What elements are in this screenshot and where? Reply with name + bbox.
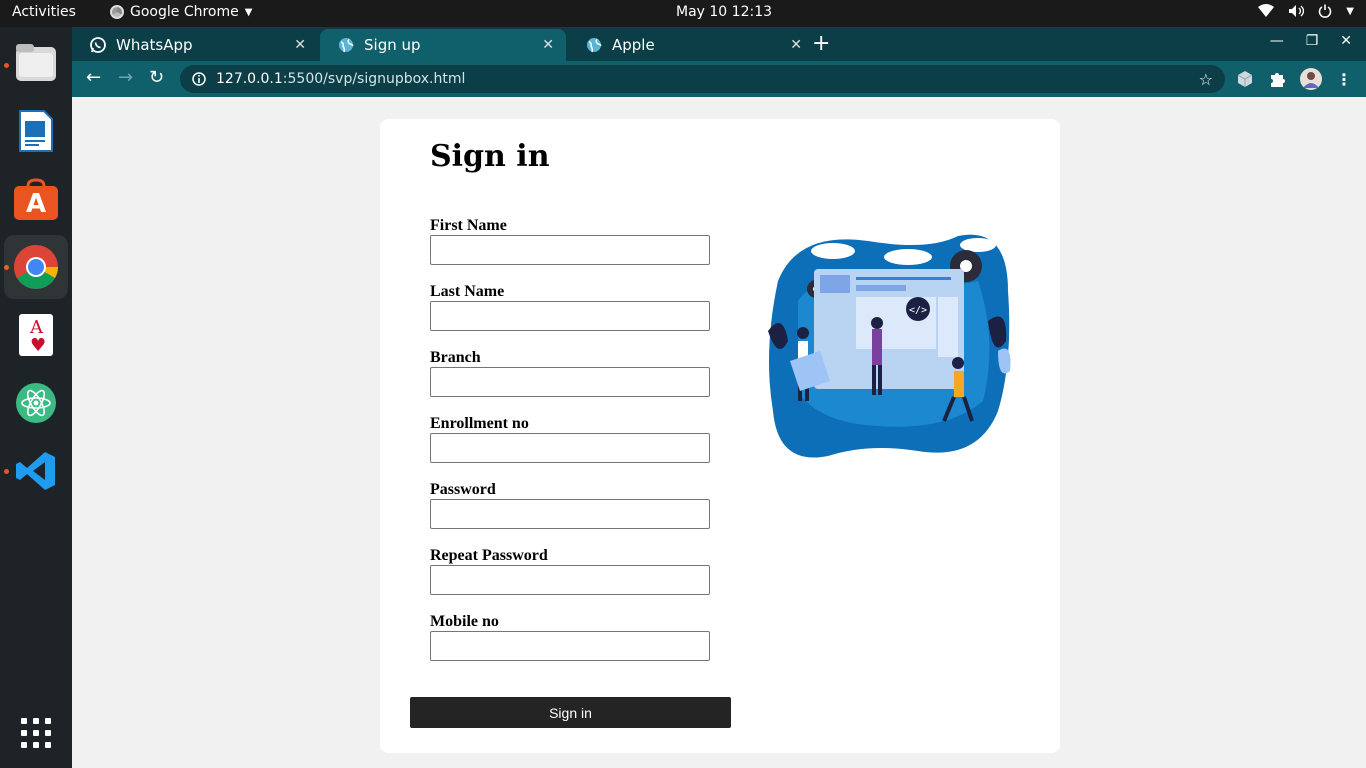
first-name-field: First Name — [430, 217, 710, 265]
atom-icon — [16, 383, 56, 423]
wifi-icon — [1258, 4, 1275, 17]
tab-apple[interactable]: Apple ✕ — [568, 29, 814, 61]
close-icon[interactable]: ✕ — [294, 37, 306, 53]
repeat-password-field: Repeat Password — [430, 547, 710, 595]
password-input[interactable] — [430, 499, 710, 529]
url-path: :5500/svp/signupbox.html — [282, 71, 466, 87]
toolbar-actions: ⋮ — [1236, 68, 1352, 90]
close-icon[interactable]: ✕ — [542, 37, 554, 53]
enrollment-label: Enrollment no — [430, 415, 529, 432]
system-menu[interactable]: ▼ — [1258, 4, 1354, 18]
reload-icon[interactable]: ↻ — [149, 67, 164, 88]
globe-icon — [339, 38, 354, 53]
password-field: Password — [430, 481, 710, 529]
system-top-bar: Activities Google Chrome ▼ May 10 12:13 … — [0, 0, 1366, 27]
new-tab-button[interactable]: + — [812, 31, 830, 56]
globe-icon — [587, 38, 602, 53]
more-menu-icon[interactable]: ⋮ — [1336, 70, 1352, 89]
sign-in-button[interactable]: Sign in — [410, 697, 731, 728]
branch-field: Branch — [430, 349, 710, 397]
dock-writer[interactable] — [4, 99, 68, 163]
branch-input[interactable] — [430, 367, 710, 397]
writer-icon — [19, 110, 53, 152]
url-host: 127.0.0.1 — [216, 71, 283, 87]
browser-toolbar: ← → ↻ 127.0.0.1 :5500/svp/signupbox.html… — [72, 61, 1366, 97]
last-name-input[interactable] — [430, 301, 710, 331]
enrollment-input[interactable] — [430, 433, 710, 463]
clock[interactable]: May 10 12:13 — [676, 4, 772, 20]
dock: A A ♥ — [0, 27, 72, 768]
svg-text:</>: </> — [909, 305, 927, 316]
files-icon — [16, 44, 56, 81]
page-viewport: Sign in First Name Last Name Branch Enro… — [72, 97, 1366, 768]
dock-software[interactable]: A — [4, 167, 68, 231]
first-name-label: First Name — [430, 217, 507, 234]
vscode-icon — [16, 452, 55, 490]
tab-sign-up[interactable]: Sign up ✕ — [320, 29, 566, 61]
app-menu-label: Google Chrome — [130, 4, 239, 20]
address-bar[interactable]: 127.0.0.1 :5500/svp/signupbox.html ☆ — [180, 65, 1225, 93]
dock-atom[interactable] — [4, 371, 68, 435]
activities-button[interactable]: Activities — [12, 4, 76, 20]
password-label: Password — [430, 481, 496, 498]
tab-label: Sign up — [364, 36, 421, 54]
repeat-password-label: Repeat Password — [430, 547, 548, 564]
puzzle-extensions-icon[interactable] — [1268, 70, 1286, 88]
restore-icon[interactable]: ❐ — [1306, 33, 1319, 49]
chrome-app-icon — [110, 5, 124, 19]
chevron-down-icon: ▼ — [244, 6, 253, 18]
last-name-field: Last Name — [430, 283, 710, 331]
tab-label: WhatsApp — [116, 36, 193, 54]
mobile-field: Mobile no — [430, 613, 710, 661]
info-icon — [192, 72, 206, 86]
power-icon — [1319, 4, 1332, 18]
signup-card: Sign in First Name Last Name Branch Enro… — [380, 119, 1060, 753]
mobile-input[interactable] — [430, 631, 710, 661]
window-controls: — ❐ ✕ — [1270, 33, 1352, 49]
app-grid-icon — [21, 718, 51, 748]
extension-cube-icon[interactable] — [1236, 70, 1254, 88]
cards-icon: A♥ — [19, 314, 53, 356]
bookmark-star-icon[interactable]: ☆ — [1199, 70, 1213, 89]
minimize-icon[interactable]: — — [1270, 33, 1284, 49]
dock-chrome[interactable] — [4, 235, 68, 299]
close-icon[interactable]: ✕ — [790, 37, 802, 53]
mobile-label: Mobile no — [430, 613, 499, 630]
chrome-icon — [14, 245, 58, 289]
back-arrow-icon[interactable]: ← — [86, 67, 101, 88]
whatsapp-icon — [90, 37, 106, 53]
profile-avatar[interactable] — [1300, 68, 1322, 90]
repeat-password-input[interactable] — [430, 565, 710, 595]
dock-vscode[interactable] — [4, 439, 68, 503]
browser-window: WhatsApp ✕ Sign up ✕ Apple ✕ + — ❐ ✕ ← →… — [72, 27, 1366, 768]
volume-icon — [1289, 5, 1305, 17]
dock-solitaire[interactable]: A ♥ — [4, 303, 68, 367]
tab-label: Apple — [612, 36, 655, 54]
branch-label: Branch — [430, 349, 481, 366]
enrollment-field: Enrollment no — [430, 415, 710, 463]
svg-text:♥: ♥ — [30, 335, 46, 356]
forward-arrow-icon[interactable]: → — [118, 67, 133, 88]
app-menu[interactable]: Google Chrome ▼ — [110, 4, 252, 20]
page-title: Sign in — [430, 139, 550, 174]
last-name-label: Last Name — [430, 283, 505, 300]
close-window-icon[interactable]: ✕ — [1340, 33, 1352, 49]
dock-files[interactable] — [4, 31, 68, 95]
signup-illustration: </> — [768, 234, 1011, 458]
svg-text:A: A — [26, 189, 46, 219]
dock-show-apps[interactable] — [4, 701, 68, 765]
software-store-icon: A — [14, 178, 58, 220]
tab-strip: WhatsApp ✕ Sign up ✕ Apple ✕ + — ❐ ✕ — [72, 27, 1366, 61]
tab-whatsapp[interactable]: WhatsApp ✕ — [72, 29, 318, 61]
first-name-input[interactable] — [430, 235, 710, 265]
chevron-down-icon: ▼ — [1346, 5, 1354, 17]
